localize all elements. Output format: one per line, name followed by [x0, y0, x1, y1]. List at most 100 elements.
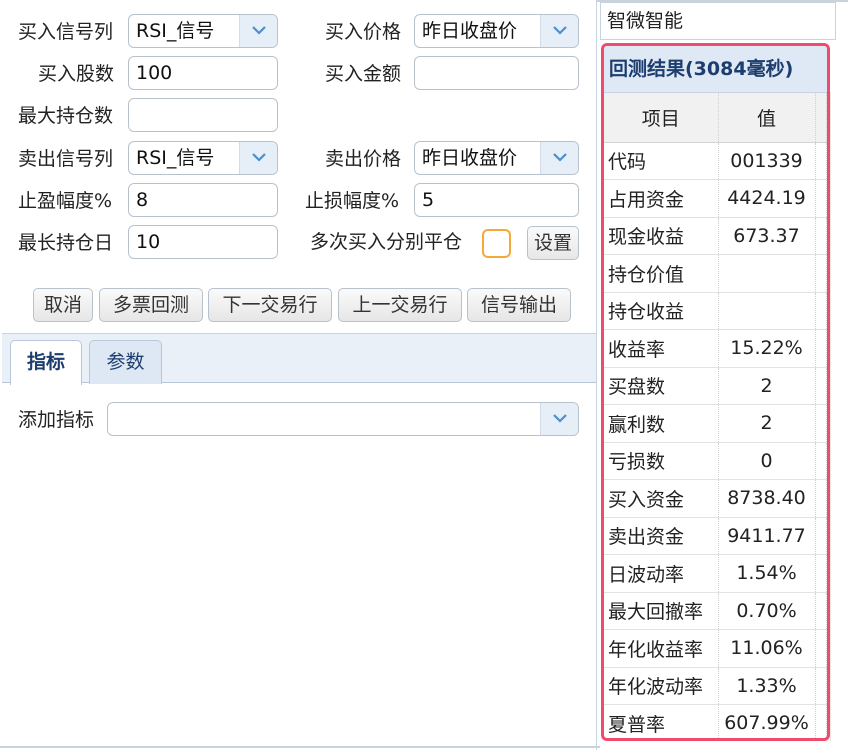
table-row[interactable]: 买入资金 8738.40 [604, 479, 827, 518]
result-key: 最大回撤率 [604, 592, 719, 630]
result-value [718, 254, 816, 293]
chevron-down-icon[interactable] [540, 15, 578, 47]
table-row[interactable]: 代码 001339 [604, 142, 827, 180]
results-title: 回测结果(3084毫秒) [604, 46, 827, 93]
sell-signal-select[interactable]: RSI_信号 [128, 141, 278, 175]
result-spacer [815, 704, 827, 738]
table-row[interactable]: 年化收益率 11.06% [604, 629, 827, 668]
result-value: 8738.40 [718, 479, 816, 518]
column-header-item[interactable]: 项目 [604, 93, 719, 143]
result-value: 11.06% [718, 629, 816, 668]
multi-buy-label: 多次买入分别平仓 [310, 231, 463, 253]
result-spacer [815, 554, 827, 593]
result-key: 卖出资金 [604, 517, 719, 555]
sell-signal-label: 卖出信号列 [18, 148, 114, 170]
table-row[interactable]: 年化波动率 1.33% [604, 667, 827, 705]
result-spacer [815, 254, 827, 293]
stop-loss-value: 5 [422, 189, 435, 211]
result-key: 买入资金 [604, 479, 719, 518]
result-value: 15.22% [718, 329, 816, 368]
result-spacer [815, 667, 827, 705]
results-table: 项目 值 代码 001339 占用资金 4424.19 现金收益 673.37 持仓价值 持仓… [604, 93, 827, 738]
result-value: 0 [718, 442, 816, 480]
result-spacer [815, 442, 827, 480]
add-indicator-label: 添加指标 [18, 409, 95, 431]
max-positions-input[interactable] [128, 98, 278, 132]
result-value: 607.99% [718, 704, 816, 738]
result-value: 001339 [718, 142, 816, 180]
buy-price-select[interactable]: 昨日收盘价 [414, 14, 579, 48]
backtest-results-box: 回测结果(3084毫秒) 项目 值 代码 001339 占用资金 4424.19 现金收… [601, 43, 830, 741]
chevron-down-icon[interactable] [540, 403, 578, 435]
add-indicator-select[interactable] [107, 402, 579, 436]
stop-loss-label: 止损幅度% [305, 190, 400, 212]
table-row[interactable]: 买盘数 2 [604, 367, 827, 405]
settings-button[interactable]: 设置 [527, 226, 579, 260]
next-trade-button[interactable]: 下一交易行 [208, 288, 332, 322]
prev-trade-button[interactable]: 上一交易行 [338, 288, 462, 322]
buy-price-value: 昨日收盘价 [422, 20, 518, 42]
result-value: 1.54% [718, 554, 816, 593]
chevron-down-icon[interactable] [239, 142, 277, 174]
result-key: 收益率 [604, 329, 719, 368]
result-spacer [815, 629, 827, 668]
multi-backtest-button[interactable]: 多票回测 [99, 288, 203, 322]
stop-loss-input[interactable]: 5 [414, 183, 579, 217]
table-row[interactable]: 卖出资金 9411.77 [604, 517, 827, 555]
buy-amount-input[interactable] [414, 56, 579, 90]
backtest-form-panel: 买入信号列 RSI_信号 买入价格 昨日收盘价 买入股数 100 买入金额 最大… [0, 0, 596, 750]
result-value [718, 292, 816, 330]
result-key: 持仓价值 [604, 254, 719, 293]
stock-name-header: 智微智能 [600, 2, 836, 40]
max-hold-days-input[interactable]: 10 [128, 225, 278, 259]
table-row[interactable]: 持仓收益 [604, 292, 827, 330]
result-key: 夏普率 [604, 704, 719, 738]
table-row[interactable]: 赢利数 2 [604, 404, 827, 443]
result-spacer [815, 517, 827, 555]
result-value: 4424.19 [718, 179, 816, 218]
result-spacer [815, 292, 827, 330]
results-scroll-strip[interactable] [830, 92, 836, 741]
take-profit-label: 止盈幅度% [18, 190, 113, 212]
buy-shares-value: 100 [136, 62, 173, 84]
table-row[interactable]: 占用资金 4424.19 [604, 179, 827, 218]
result-key: 亏损数 [604, 442, 719, 480]
result-key: 现金收益 [604, 217, 719, 255]
signal-output-button[interactable]: 信号输出 [467, 288, 571, 322]
left-panel-bottom-border [0, 746, 600, 748]
sell-price-value: 昨日收盘价 [422, 147, 518, 169]
chevron-down-icon[interactable] [239, 15, 277, 47]
result-value: 673.37 [718, 217, 816, 255]
chevron-down-icon[interactable] [540, 142, 578, 174]
tab-params[interactable]: 参数 [89, 340, 162, 384]
buy-signal-value: RSI_信号 [136, 20, 215, 42]
table-row[interactable]: 持仓价值 [604, 254, 827, 293]
tab-indicator[interactable]: 指标 [10, 340, 82, 385]
column-header-value[interactable]: 值 [718, 93, 816, 143]
table-row[interactable]: 收益率 15.22% [604, 329, 827, 368]
buy-price-label: 买入价格 [325, 21, 402, 43]
buy-amount-label: 买入金额 [325, 63, 402, 85]
result-key: 持仓收益 [604, 292, 719, 330]
max-hold-days-label: 最长持仓日 [18, 232, 114, 254]
sell-price-select[interactable]: 昨日收盘价 [414, 141, 579, 175]
take-profit-input[interactable]: 8 [128, 183, 278, 217]
multi-buy-checkbox[interactable] [482, 229, 511, 258]
buy-shares-label: 买入股数 [38, 63, 115, 85]
result-key: 代码 [604, 142, 719, 180]
table-row[interactable]: 日波动率 1.54% [604, 554, 827, 593]
result-spacer [815, 142, 827, 180]
table-row[interactable]: 最大回撤率 0.70% [604, 592, 827, 630]
max-hold-days-value: 10 [136, 231, 161, 253]
result-key: 日波动率 [604, 554, 719, 593]
table-row[interactable]: 夏普率 607.99% [604, 704, 827, 738]
buy-shares-input[interactable]: 100 [128, 56, 278, 90]
cancel-button[interactable]: 取消 [33, 288, 93, 322]
result-spacer [815, 404, 827, 443]
result-spacer [815, 479, 827, 518]
result-value: 0.70% [718, 592, 816, 630]
buy-signal-select[interactable]: RSI_信号 [128, 14, 278, 48]
buy-signal-label: 买入信号列 [18, 21, 114, 43]
table-row[interactable]: 亏损数 0 [604, 442, 827, 480]
table-row[interactable]: 现金收益 673.37 [604, 217, 827, 255]
